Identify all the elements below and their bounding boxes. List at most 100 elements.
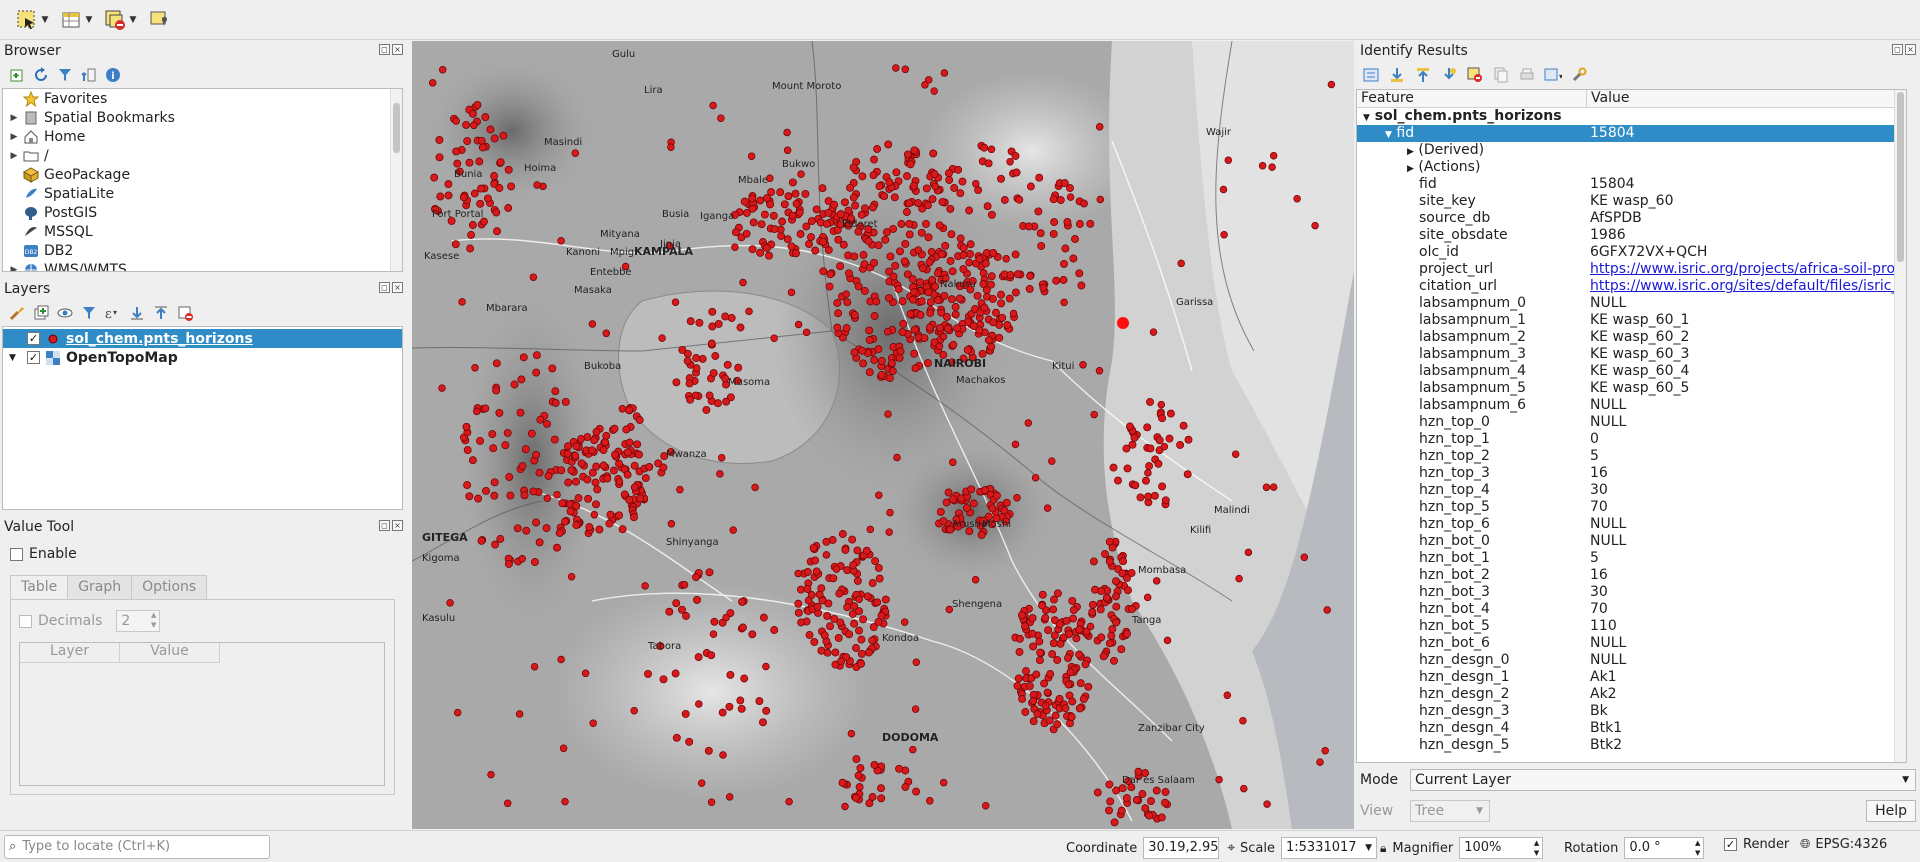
- sample-point[interactable]: [452, 117, 460, 125]
- sample-point[interactable]: [826, 622, 834, 631]
- sample-point[interactable]: [465, 158, 474, 167]
- sample-point[interactable]: [917, 297, 926, 306]
- attribute-row[interactable]: hzn_desgn_5 Btk2: [1357, 737, 1906, 754]
- sample-point[interactable]: [725, 793, 734, 801]
- attribute-row[interactable]: olc_id 6GFX72VX+QCH: [1357, 244, 1906, 261]
- layer-item-opentopomap[interactable]: ▼ ✓ OpenTopoMap: [3, 348, 402, 367]
- sample-point[interactable]: [812, 205, 821, 214]
- sample-point[interactable]: [623, 470, 632, 479]
- sample-point[interactable]: [981, 259, 990, 268]
- sample-point[interactable]: [997, 174, 1005, 183]
- sample-point[interactable]: [819, 237, 827, 246]
- sample-point[interactable]: [533, 181, 541, 189]
- sample-point[interactable]: [910, 349, 919, 358]
- sample-point[interactable]: [1147, 797, 1155, 806]
- scale-select[interactable]: 1:5331017 ▼: [1280, 837, 1377, 859]
- sample-point[interactable]: [435, 153, 444, 162]
- sample-point[interactable]: [747, 152, 756, 160]
- sample-point[interactable]: [909, 745, 917, 754]
- sample-point[interactable]: [1258, 161, 1267, 170]
- sample-point[interactable]: [1269, 151, 1278, 160]
- sample-point[interactable]: [482, 486, 490, 495]
- sample-point[interactable]: [959, 243, 968, 252]
- sample-point[interactable]: [797, 618, 806, 627]
- sample-point[interactable]: [869, 171, 878, 180]
- sample-point[interactable]: [912, 787, 921, 796]
- sample-point[interactable]: [1038, 601, 1047, 610]
- sample-point[interactable]: [817, 584, 826, 593]
- float-panel-icon[interactable]: ◻: [379, 44, 390, 55]
- sample-point[interactable]: [1021, 622, 1029, 631]
- sample-point[interactable]: [1086, 219, 1095, 228]
- sample-point[interactable]: [850, 311, 859, 319]
- sample-point[interactable]: [740, 674, 749, 683]
- sample-point[interactable]: [770, 225, 779, 234]
- close-icon[interactable]: ×: [1905, 44, 1916, 55]
- sample-point[interactable]: [981, 486, 990, 495]
- sample-point[interactable]: [785, 797, 793, 806]
- sample-point[interactable]: [935, 342, 944, 351]
- sample-point[interactable]: [875, 574, 884, 583]
- sample-point[interactable]: [997, 299, 1006, 308]
- sample-point[interactable]: [606, 510, 615, 519]
- sample-point[interactable]: [836, 210, 845, 219]
- sample-point[interactable]: [944, 488, 953, 497]
- sample-point[interactable]: [910, 288, 918, 297]
- sample-point[interactable]: [1166, 409, 1175, 418]
- sample-point[interactable]: [903, 172, 911, 181]
- sample-point[interactable]: [592, 427, 601, 436]
- sample-point[interactable]: [583, 475, 592, 484]
- sample-point[interactable]: [1076, 679, 1085, 688]
- sample-point[interactable]: [721, 312, 730, 321]
- sample-point[interactable]: [929, 149, 938, 158]
- sample-point[interactable]: [864, 237, 873, 246]
- attribute-row[interactable]: hzn_bot_6 NULL: [1357, 635, 1906, 652]
- sample-point[interactable]: [1215, 775, 1223, 784]
- chevron-right-icon[interactable]: ▶: [7, 132, 21, 142]
- sample-point[interactable]: [601, 438, 610, 447]
- sample-point[interactable]: [874, 345, 883, 354]
- sample-point[interactable]: [797, 170, 805, 178]
- chevron-right-icon[interactable]: ▶: [7, 151, 21, 161]
- sample-point[interactable]: [873, 145, 882, 153]
- sample-point[interactable]: [1003, 321, 1012, 329]
- sample-point[interactable]: [841, 802, 849, 811]
- sample-point[interactable]: [951, 310, 960, 319]
- sample-point[interactable]: [838, 778, 847, 787]
- sample-point[interactable]: [924, 288, 933, 297]
- sample-point[interactable]: [571, 451, 580, 460]
- sample-point[interactable]: [883, 327, 892, 336]
- sample-point[interactable]: [535, 468, 544, 477]
- sample-point[interactable]: [739, 278, 747, 287]
- sample-point[interactable]: [567, 572, 576, 581]
- decimals-spinbox[interactable]: 2 ▲ ▼: [116, 610, 161, 632]
- sample-point[interactable]: [1300, 553, 1309, 562]
- sample-point[interactable]: [542, 524, 551, 533]
- sample-point[interactable]: [949, 340, 958, 349]
- sample-point[interactable]: [857, 635, 866, 644]
- sample-point[interactable]: [877, 357, 886, 365]
- sample-point[interactable]: [1244, 548, 1253, 557]
- sample-point[interactable]: [713, 399, 722, 408]
- sample-point[interactable]: [444, 180, 453, 189]
- sample-point[interactable]: [1053, 589, 1062, 598]
- sample-point[interactable]: [1069, 606, 1078, 615]
- sample-point[interactable]: [1025, 682, 1034, 691]
- sample-point[interactable]: [850, 619, 859, 628]
- sample-point[interactable]: [984, 336, 993, 345]
- sample-point[interactable]: [685, 379, 694, 388]
- sample-point[interactable]: [731, 228, 740, 237]
- sample-point[interactable]: [490, 478, 499, 487]
- sample-point[interactable]: [487, 770, 495, 779]
- sample-point[interactable]: [942, 498, 951, 507]
- sample-point[interactable]: [944, 169, 953, 178]
- sample-point[interactable]: [691, 391, 700, 400]
- feature-node[interactable]: ▼ fid 15804: [1357, 125, 1906, 142]
- sample-point[interactable]: [641, 474, 650, 483]
- sample-point[interactable]: [593, 485, 602, 494]
- sample-point[interactable]: [1165, 434, 1174, 443]
- close-icon[interactable]: ×: [392, 520, 403, 531]
- sample-point[interactable]: [1090, 410, 1098, 419]
- sample-point[interactable]: [1064, 680, 1073, 689]
- attribute-row[interactable]: labsampnum_5 KE wasp_60_5: [1357, 380, 1906, 397]
